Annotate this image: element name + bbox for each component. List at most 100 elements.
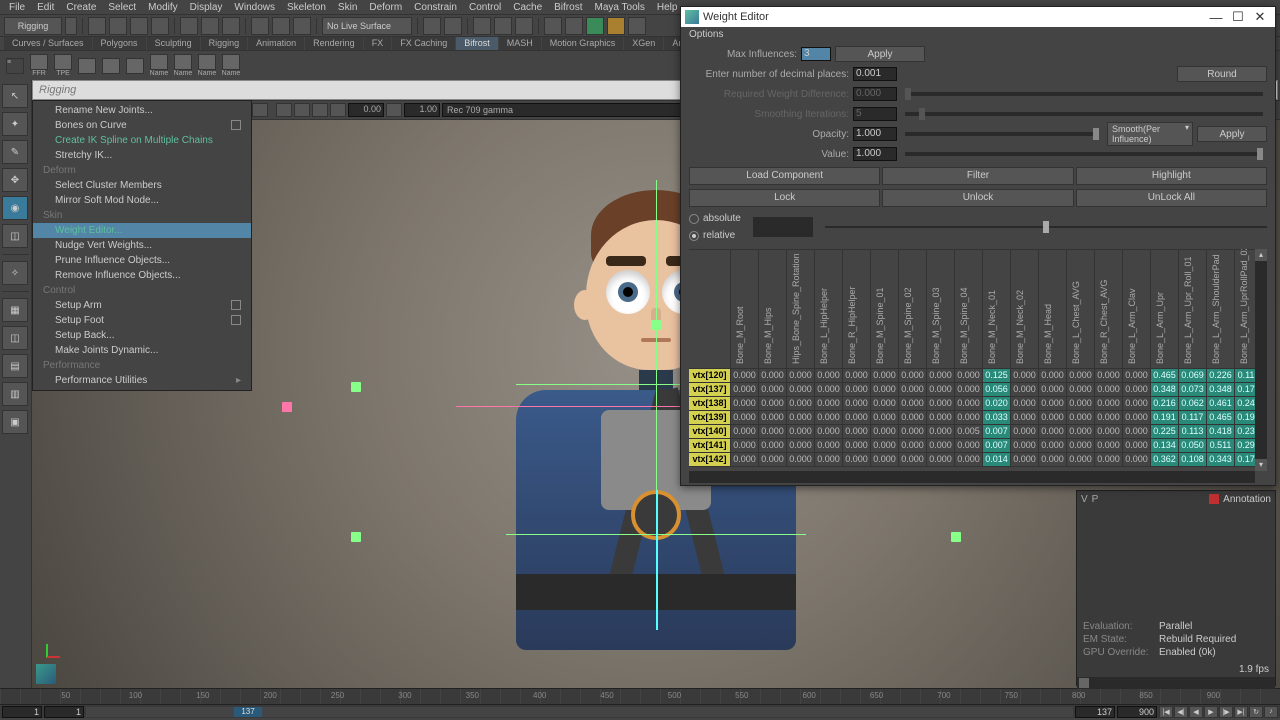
weight-cell[interactable]: 0.418 xyxy=(1207,425,1235,439)
bone-header[interactable]: Bone_L_HipHelper xyxy=(815,249,843,369)
maximize-button[interactable]: ☐ xyxy=(1227,9,1249,25)
weight-cell[interactable]: 0.000 xyxy=(815,383,843,397)
bone-header[interactable]: Bone_M_Spine_01 xyxy=(871,249,899,369)
menu-skin[interactable]: Skin xyxy=(333,1,362,14)
weight-cell[interactable]: 0.000 xyxy=(759,369,787,383)
toolbar-icon[interactable] xyxy=(180,17,198,35)
shelf-tab[interactable]: XGen xyxy=(624,37,663,50)
shelf-item[interactable]: Name xyxy=(220,54,242,77)
menu-item[interactable]: Performance Utilities▸ xyxy=(33,373,251,388)
time-slider[interactable]: 5010015020025030035040045050055060065070… xyxy=(0,688,1280,704)
menu-item[interactable]: Create IK Spline on Multiple Chains xyxy=(33,133,251,148)
toolbar-icon[interactable] xyxy=(201,17,219,35)
weight-cell[interactable]: 0.000 xyxy=(1067,453,1095,467)
weight-cell[interactable]: 0.000 xyxy=(955,411,983,425)
weight-cell[interactable]: 0.461 xyxy=(1207,397,1235,411)
weight-cell[interactable]: 0.000 xyxy=(787,397,815,411)
weight-cell[interactable]: 0.000 xyxy=(955,383,983,397)
vtx-cell[interactable]: vtx[142] xyxy=(689,453,731,467)
weight-cell[interactable]: 0.000 xyxy=(1067,425,1095,439)
weight-cell[interactable]: 0.000 xyxy=(1039,425,1067,439)
menu-control[interactable]: Control xyxy=(464,1,506,14)
weight-cell[interactable]: 0.000 xyxy=(1067,397,1095,411)
viewport-icon[interactable] xyxy=(312,103,328,117)
shelf-tab[interactable]: Rendering xyxy=(305,37,363,50)
bone-header[interactable]: Bone_M_Spine_03 xyxy=(927,249,955,369)
menu-item[interactable]: Make Joints Dynamic... xyxy=(33,343,251,358)
option-box-icon[interactable] xyxy=(231,120,241,130)
shelf-item[interactable] xyxy=(124,58,146,74)
menu-item[interactable]: Setup Back... xyxy=(33,328,251,343)
weight-cell[interactable]: 0.191 xyxy=(1151,411,1179,425)
weight-cell[interactable]: 0.000 xyxy=(815,439,843,453)
weight-cell[interactable]: 0.465 xyxy=(1207,411,1235,425)
weight-cell[interactable]: 0.000 xyxy=(1067,369,1095,383)
weight-cell[interactable]: 0.134 xyxy=(1151,439,1179,453)
weight-cell[interactable]: 0.362 xyxy=(1151,453,1179,467)
weight-cell[interactable]: 0.108 xyxy=(1179,453,1207,467)
shelf-item[interactable]: Name xyxy=(196,54,218,77)
weight-cell[interactable]: 0.050 xyxy=(1179,439,1207,453)
bone-header[interactable]: Bone_L_Arm_Upr xyxy=(1151,249,1179,369)
weight-cell[interactable]: 0.000 xyxy=(1067,411,1095,425)
weight-cell[interactable]: 0.000 xyxy=(815,425,843,439)
weight-cell[interactable]: 0.056 xyxy=(983,383,1011,397)
shelf-tab[interactable]: Animation xyxy=(248,37,304,50)
vtx-cell[interactable]: vtx[139] xyxy=(689,411,731,425)
viewport-field1[interactable]: 0.00 xyxy=(348,103,384,117)
vtx-cell[interactable]: vtx[141] xyxy=(689,439,731,453)
rig-node[interactable] xyxy=(951,532,961,542)
shelf-item[interactable]: FFR xyxy=(28,54,50,77)
hud-v[interactable]: V xyxy=(1081,494,1088,505)
toolbar-icon[interactable] xyxy=(586,17,604,35)
weight-cell[interactable]: 0.000 xyxy=(927,397,955,411)
menu-modify[interactable]: Modify xyxy=(143,1,182,14)
weight-cell[interactable]: 0.348 xyxy=(1151,383,1179,397)
toolbar-icon[interactable] xyxy=(151,17,169,35)
shelf-tab[interactable]: FX Caching xyxy=(392,37,455,50)
max-infl-input[interactable]: 3 xyxy=(801,47,831,61)
shelf-tab[interactable]: Polygons xyxy=(93,37,146,50)
weight-cell[interactable]: 0.511 xyxy=(1207,439,1235,453)
move-tool-icon[interactable]: ✥ xyxy=(2,168,28,192)
viewport-icon[interactable] xyxy=(386,103,402,117)
shelf-tab[interactable]: MASH xyxy=(499,37,541,50)
rig-node[interactable] xyxy=(282,402,292,412)
weight-cell[interactable]: 0.000 xyxy=(899,411,927,425)
weight-cell[interactable]: 0.000 xyxy=(759,397,787,411)
step-fwd-button[interactable]: |▶ xyxy=(1219,706,1233,718)
weight-cell[interactable]: 0.000 xyxy=(731,369,759,383)
bone-header[interactable]: Bone_M_Head xyxy=(1039,249,1067,369)
toolbar-icon[interactable] xyxy=(444,17,462,35)
weight-cell[interactable]: 0.000 xyxy=(899,383,927,397)
layout-icon[interactable]: ▦ xyxy=(2,298,28,322)
menu-file[interactable]: File xyxy=(4,1,30,14)
highlight-button[interactable]: Highlight xyxy=(1076,167,1267,185)
weight-cell[interactable]: 0.000 xyxy=(871,439,899,453)
weight-cell[interactable]: 0.000 xyxy=(1095,425,1123,439)
unlock-all-button[interactable]: UnLock All xyxy=(1076,189,1267,207)
bone-header[interactable]: Hips_Bone_Spine_Rotation xyxy=(787,249,815,369)
vtx-cell[interactable]: vtx[120] xyxy=(689,369,731,383)
menu-windows[interactable]: Windows xyxy=(229,1,280,14)
weight-cell[interactable]: 0.000 xyxy=(1011,369,1039,383)
apply2-button[interactable]: Apply xyxy=(1197,126,1267,142)
weight-cell[interactable]: 0.000 xyxy=(731,425,759,439)
weight-cell[interactable]: 0.000 xyxy=(1011,397,1039,411)
opacity-input[interactable]: 1.000 xyxy=(853,127,897,141)
weight-cell[interactable]: 0.000 xyxy=(759,411,787,425)
shelf-menu-icon[interactable]: ≡ xyxy=(4,58,26,74)
menu-display[interactable]: Display xyxy=(185,1,228,14)
menu-constrain[interactable]: Constrain xyxy=(409,1,462,14)
weight-cell[interactable]: 0.000 xyxy=(1095,439,1123,453)
weight-cell[interactable]: 0.000 xyxy=(1095,453,1123,467)
value-input[interactable]: 1.000 xyxy=(853,147,897,161)
weight-cell[interactable]: 0.000 xyxy=(1123,411,1151,425)
toolbar-icon[interactable] xyxy=(544,17,562,35)
step-back-button[interactable]: ◀| xyxy=(1174,706,1188,718)
weight-cell[interactable]: 0.000 xyxy=(1039,411,1067,425)
weight-cell[interactable]: 0.000 xyxy=(731,397,759,411)
toolbar-icon[interactable] xyxy=(222,17,240,35)
weight-cell[interactable]: 0.000 xyxy=(759,439,787,453)
toolbar-icon[interactable] xyxy=(607,17,625,35)
